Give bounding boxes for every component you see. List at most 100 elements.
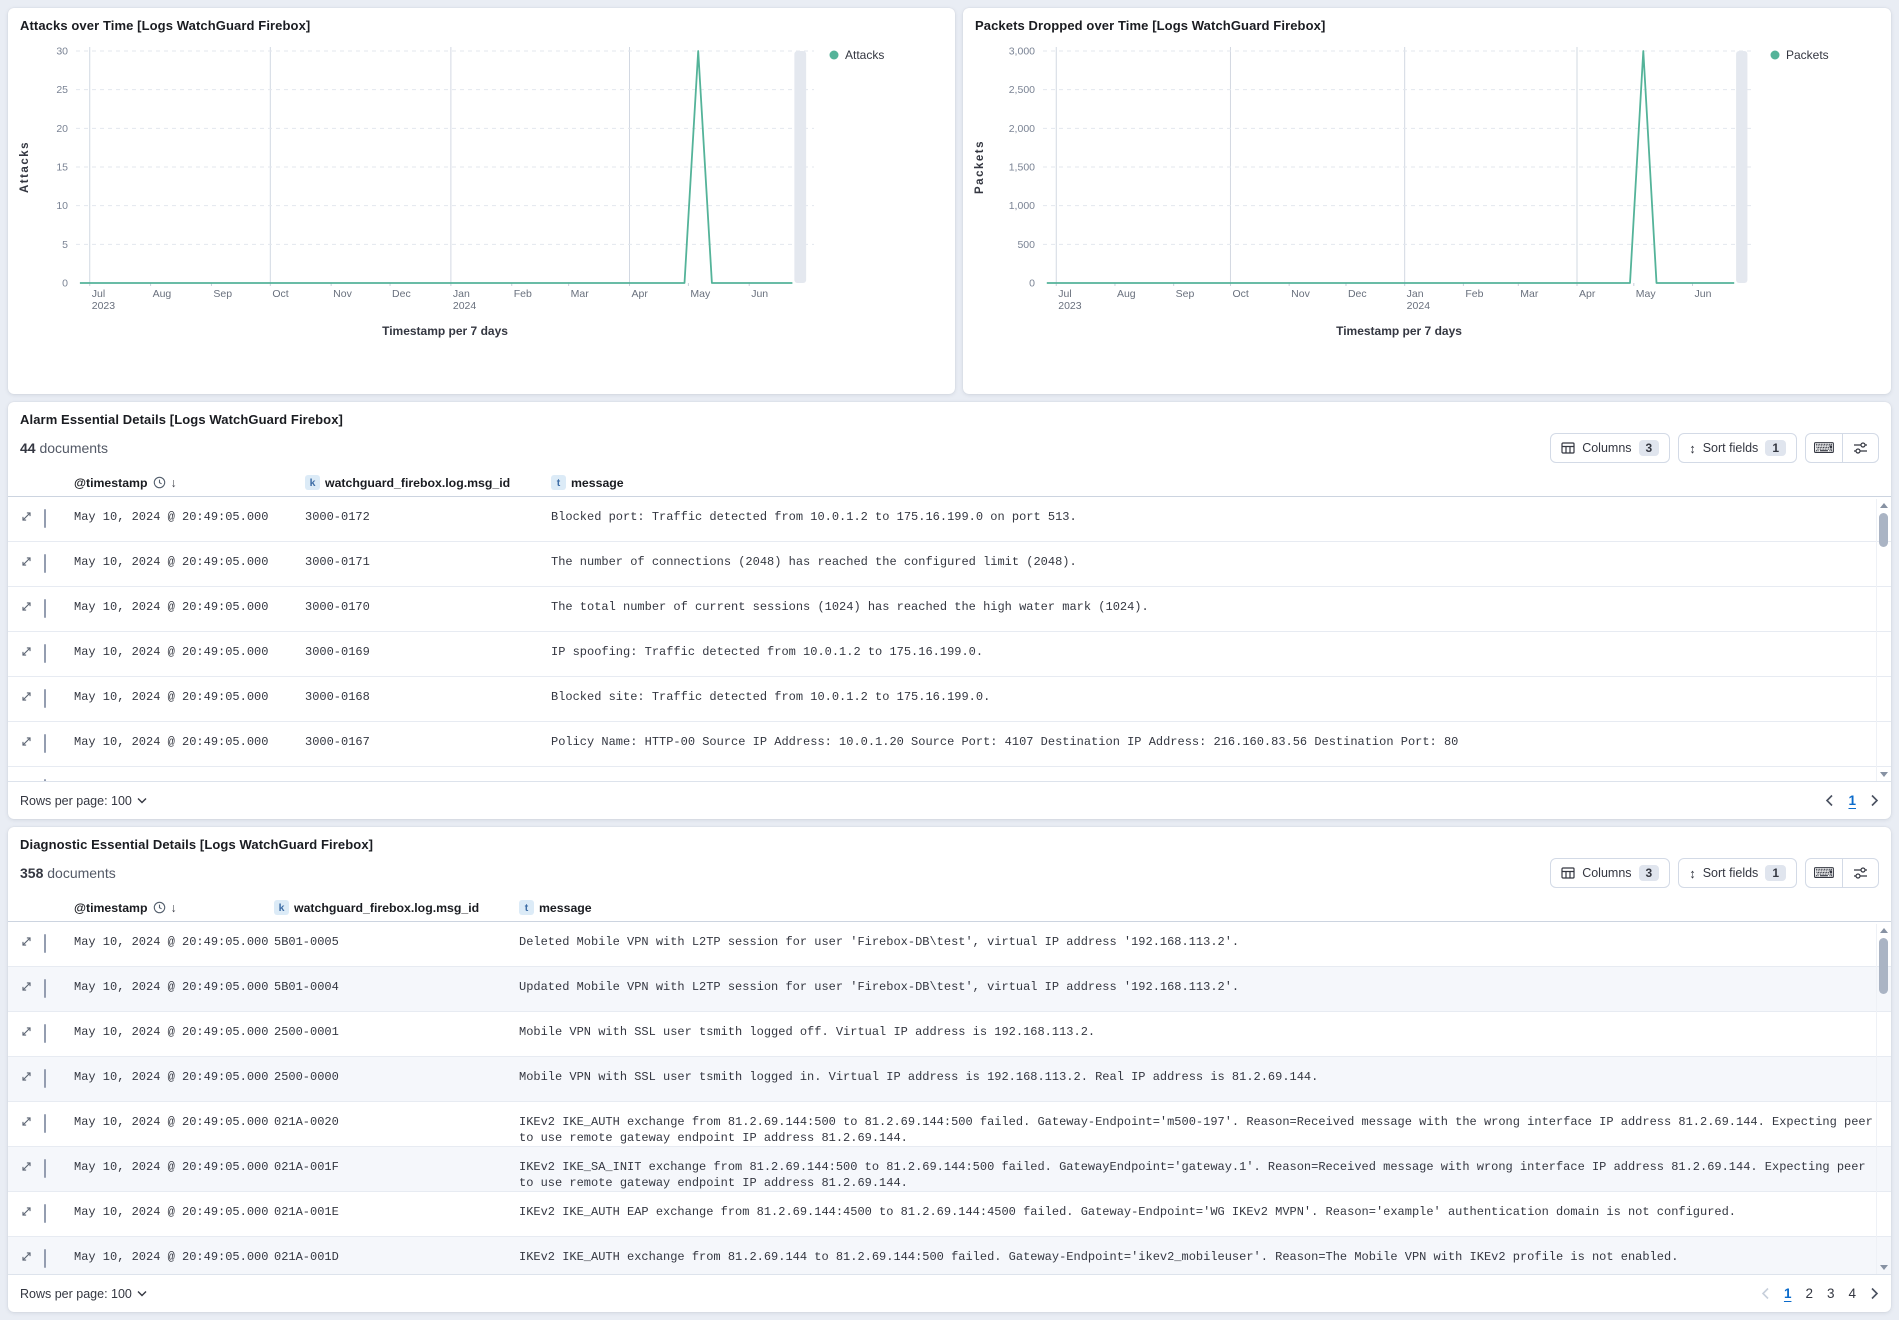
- cell-message: Policy Name: HTTP-00 Source IP Address: …: [551, 735, 1891, 751]
- cell-message: IKEv2 IKE_AUTH exchange from 81.2.69.144…: [519, 1115, 1891, 1146]
- expand-document-icon[interactable]: [8, 935, 44, 948]
- next-page-button[interactable]: [1870, 1287, 1879, 1300]
- display-options-button[interactable]: [1842, 434, 1878, 462]
- cell-message: Blocked port: Traffic detected from 10.0…: [551, 510, 1891, 526]
- sort-fields-label: Sort fields: [1703, 866, 1759, 880]
- cell-message: IKEv2 IKE_AUTH EAP exchange from 81.2.69…: [519, 1205, 1891, 1221]
- scrollbar-thumb[interactable]: [1879, 938, 1888, 994]
- scroll-up-arrow[interactable]: [1880, 503, 1888, 508]
- keyboard-shortcuts-button[interactable]: ⌨: [1806, 434, 1842, 462]
- svg-text:Jul2023: Jul2023: [92, 288, 116, 312]
- sort-desc-icon: ↓: [171, 476, 177, 490]
- expand-document-icon[interactable]: [8, 555, 44, 568]
- expand-document-icon[interactable]: [8, 1115, 44, 1128]
- panel-title: Attacks over Time [Logs WatchGuard Fireb…: [8, 8, 955, 35]
- select-document-checkbox[interactable]: [44, 1069, 46, 1088]
- select-document-checkbox[interactable]: [44, 599, 46, 618]
- panel-packets-dropped-over-time: Packets Dropped over Time [Logs WatchGua…: [963, 8, 1891, 394]
- page-number-4[interactable]: 4: [1848, 1286, 1856, 1301]
- expand-document-icon[interactable]: [8, 980, 44, 993]
- table-scrollbar[interactable]: [1876, 499, 1889, 781]
- scroll-down-arrow[interactable]: [1880, 772, 1888, 777]
- svg-text:30: 30: [56, 46, 68, 58]
- scroll-down-arrow[interactable]: [1880, 1265, 1888, 1270]
- expand-document-icon[interactable]: [8, 645, 44, 658]
- svg-text:Oct: Oct: [1232, 288, 1248, 300]
- previous-page-button[interactable]: [1825, 794, 1834, 807]
- display-options-button[interactable]: [1842, 859, 1878, 887]
- rows-per-page-control[interactable]: Rows per page: 100: [20, 1287, 147, 1301]
- column-header-message[interactable]: t message: [551, 475, 1873, 490]
- keyword-field-icon: k: [305, 475, 320, 490]
- svg-text:500: 500: [1017, 239, 1035, 251]
- expand-document-icon[interactable]: [8, 1160, 44, 1173]
- table-scrollbar[interactable]: [1876, 924, 1889, 1274]
- column-header-message[interactable]: t message: [519, 900, 1873, 915]
- expand-document-icon[interactable]: [8, 1070, 44, 1083]
- table-row: [8, 767, 1891, 781]
- svg-text:Jun: Jun: [1695, 288, 1712, 300]
- select-document-checkbox[interactable]: [44, 979, 46, 998]
- svg-text:2,000: 2,000: [1009, 123, 1035, 135]
- panel-title: Alarm Essential Details [Logs WatchGuard…: [8, 402, 1891, 429]
- keyboard-icon: ⌨: [1813, 439, 1835, 457]
- select-document-checkbox[interactable]: [44, 509, 46, 528]
- sort-fields-button[interactable]: ↕ Sort fields 1: [1678, 433, 1797, 463]
- page-number-1[interactable]: 1: [1784, 1286, 1792, 1301]
- next-page-button[interactable]: [1870, 794, 1879, 807]
- clock-icon: [153, 901, 166, 914]
- select-document-checkbox[interactable]: [44, 644, 46, 663]
- sort-fields-button[interactable]: ↕ Sort fields 1: [1678, 858, 1797, 888]
- table-row: May 10, 2024 @ 20:49:05.0002500-0001Mobi…: [8, 1012, 1891, 1057]
- select-document-checkbox[interactable]: [44, 779, 46, 781]
- svg-text:20: 20: [56, 123, 68, 135]
- keyboard-shortcuts-button[interactable]: ⌨: [1806, 859, 1842, 887]
- columns-button[interactable]: Columns 3: [1550, 858, 1670, 888]
- columns-grid-icon: [1561, 441, 1575, 455]
- column-header-timestamp[interactable]: @timestamp ↓: [74, 901, 274, 915]
- panel-diagnostic-essential-details: Diagnostic Essential Details [Logs Watch…: [8, 827, 1891, 1312]
- select-document-checkbox[interactable]: [44, 1249, 46, 1268]
- svg-text:0: 0: [1029, 278, 1035, 290]
- select-document-checkbox[interactable]: [44, 934, 46, 953]
- select-document-checkbox[interactable]: [44, 1204, 46, 1223]
- svg-text:Aug: Aug: [1117, 288, 1136, 300]
- pagination: 1: [1825, 793, 1879, 808]
- select-document-checkbox[interactable]: [44, 1159, 46, 1178]
- expand-document-icon[interactable]: [8, 600, 44, 613]
- scroll-up-arrow[interactable]: [1880, 928, 1888, 933]
- svg-text:May: May: [1636, 288, 1657, 300]
- select-document-checkbox[interactable]: [44, 1114, 46, 1133]
- scrollbar-thumb[interactable]: [1879, 513, 1888, 547]
- expand-document-icon[interactable]: [8, 690, 44, 703]
- cell-timestamp: May 10, 2024 @ 20:49:05.000: [74, 1250, 274, 1266]
- column-header-msg-id[interactable]: k watchguard_firebox.log.msg_id: [274, 900, 519, 915]
- svg-text:Sep: Sep: [1176, 288, 1195, 300]
- page-number-1[interactable]: 1: [1848, 793, 1856, 808]
- page-number-2[interactable]: 2: [1805, 1286, 1813, 1301]
- select-document-checkbox[interactable]: [44, 1024, 46, 1043]
- panel-attacks-over-time: Attacks over Time [Logs WatchGuard Fireb…: [8, 8, 955, 394]
- column-header-msg-id[interactable]: k watchguard_firebox.log.msg_id: [305, 475, 551, 490]
- expand-document-icon[interactable]: [8, 1025, 44, 1038]
- svg-text:Jan2024: Jan2024: [1407, 288, 1431, 312]
- column-header-timestamp[interactable]: @timestamp ↓: [74, 476, 305, 490]
- table-row: May 10, 2024 @ 20:49:05.0005B01-0005Dele…: [8, 922, 1891, 967]
- expand-document-icon[interactable]: [8, 1250, 44, 1263]
- columns-button[interactable]: Columns 3: [1550, 433, 1670, 463]
- svg-text:Timestamp per 7 days: Timestamp per 7 days: [1336, 324, 1462, 338]
- cell-timestamp: May 10, 2024 @ 20:49:05.000: [74, 980, 274, 996]
- rows-per-page-control[interactable]: Rows per page: 100: [20, 794, 147, 808]
- svg-text:Mar: Mar: [1520, 288, 1539, 300]
- select-document-checkbox[interactable]: [44, 554, 46, 573]
- expand-document-icon[interactable]: [8, 735, 44, 748]
- expand-document-icon[interactable]: [8, 510, 44, 523]
- cell-msg-id: 5B01-0005: [274, 935, 519, 951]
- expand-document-icon[interactable]: [8, 780, 44, 781]
- select-document-checkbox[interactable]: [44, 689, 46, 708]
- expand-document-icon[interactable]: [8, 1205, 44, 1218]
- cell-message: Blocked site: Traffic detected from 10.0…: [551, 690, 1891, 706]
- page-number-3[interactable]: 3: [1827, 1286, 1835, 1301]
- svg-text:Aug: Aug: [153, 288, 172, 300]
- select-document-checkbox[interactable]: [44, 734, 46, 753]
